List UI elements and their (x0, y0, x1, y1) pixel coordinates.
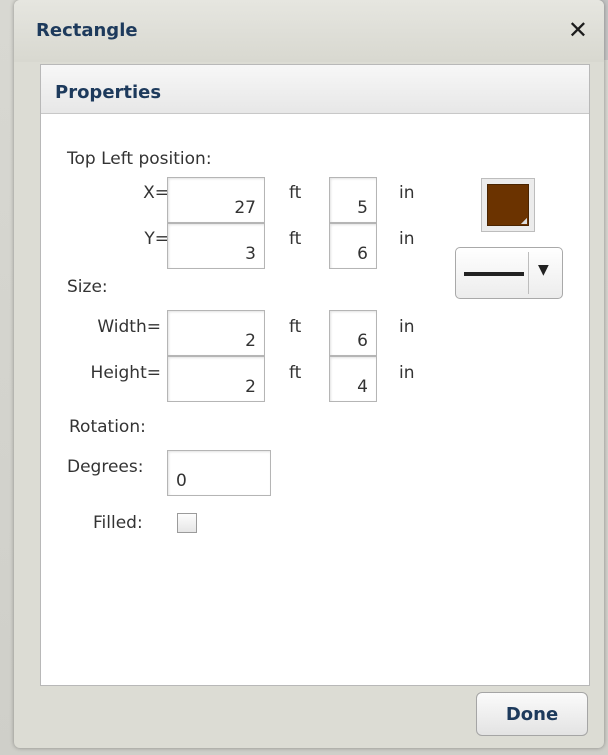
dropdown-divider (528, 252, 529, 294)
width-feet-input[interactable]: 2 (167, 310, 265, 356)
height-label: Height= (90, 363, 161, 383)
properties-header: Properties (41, 65, 589, 114)
x-label: X= (143, 183, 169, 203)
rotation-label: Rotation: (69, 417, 146, 437)
width-inches-input[interactable]: 6 (329, 310, 377, 356)
x-inches-input[interactable]: 5 (329, 177, 377, 223)
rectangle-dialog: Rectangle ✕ Properties Top Left position… (14, 0, 604, 748)
properties-title: Properties (55, 82, 162, 103)
x-feet-input[interactable]: 27 (167, 177, 265, 223)
line-style-dropdown[interactable]: ▼ (455, 247, 563, 299)
width-label: Width= (97, 317, 161, 337)
y-inches-input[interactable]: 6 (329, 223, 377, 269)
dialog-titlebar[interactable]: Rectangle ✕ (14, 0, 604, 62)
y-inches-unit: in (399, 229, 415, 249)
height-inches-unit: in (399, 363, 415, 383)
height-feet-input[interactable]: 2 (167, 356, 265, 402)
swatch-corner-icon: ◢ (520, 216, 527, 225)
x-feet-unit: ft (289, 183, 302, 203)
color-picker[interactable]: ◢ (481, 178, 535, 232)
color-swatch: ◢ (487, 184, 529, 226)
filled-label: Filled: (93, 513, 143, 533)
y-label: Y= (144, 229, 169, 249)
filled-checkbox[interactable] (177, 513, 197, 533)
x-inches-unit: in (399, 183, 415, 203)
dialog-title: Rectangle (36, 20, 138, 41)
y-feet-unit: ft (289, 229, 302, 249)
height-feet-unit: ft (289, 363, 302, 383)
top-left-position-label: Top Left position: (67, 149, 212, 169)
y-feet-input[interactable]: 3 (167, 223, 265, 269)
width-inches-unit: in (399, 317, 415, 337)
chevron-down-icon[interactable]: ▼ (538, 262, 549, 278)
properties-panel: Properties Top Left position: X= 27 ft 5… (40, 64, 590, 686)
size-label: Size: (67, 277, 108, 297)
done-button[interactable]: Done (476, 692, 588, 736)
close-icon[interactable]: ✕ (568, 18, 588, 42)
degrees-input[interactable]: 0 (167, 450, 271, 496)
height-inches-input[interactable]: 4 (329, 356, 377, 402)
degrees-label: Degrees: (67, 457, 144, 477)
line-style-sample (464, 272, 524, 276)
width-feet-unit: ft (289, 317, 302, 337)
